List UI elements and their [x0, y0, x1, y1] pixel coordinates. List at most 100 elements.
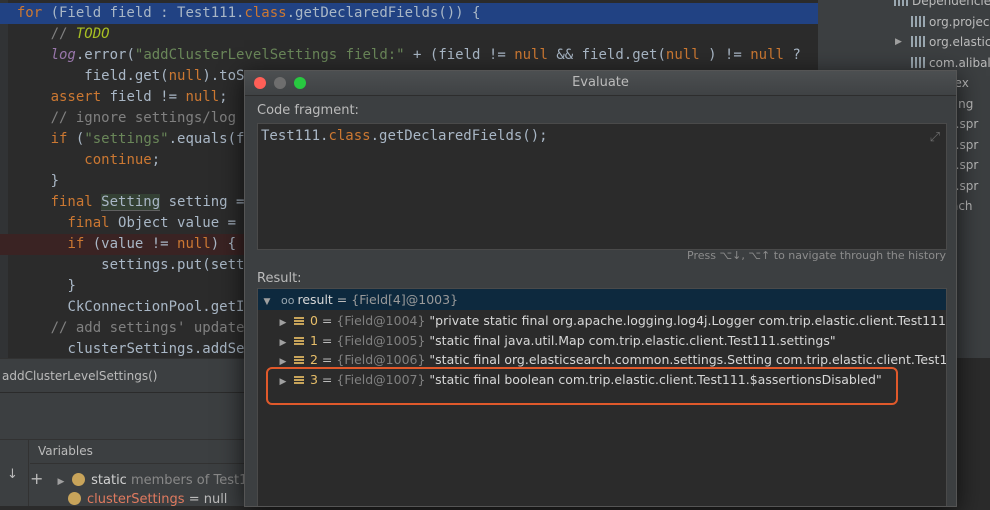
code-token: field.get(: [84, 68, 169, 84]
code-token: ;: [151, 152, 161, 168]
expand-icon[interactable]: ▶: [895, 32, 902, 52]
code-token: if: [67, 236, 93, 252]
equals-sign: =: [317, 313, 337, 328]
result-root-ref: {Field[4]@1003}: [351, 292, 459, 307]
code-token: + (field !=: [404, 47, 515, 63]
code-token: }: [50, 173, 60, 189]
variable-row-static[interactable]: ▶ static members of Test11: [54, 471, 256, 491]
code-token: ) {: [210, 236, 237, 252]
watch-glasses-icon: oo: [280, 294, 295, 307]
result-root-row[interactable]: ▼ oo result = {Field[4]@1003}: [258, 289, 946, 310]
code-line[interactable]: for (Field field : Test111.class.getDecl…: [0, 3, 818, 24]
breadcrumb-method[interactable]: addClusterLevelSettings(): [2, 369, 157, 383]
code-token: (value !=: [92, 236, 178, 252]
equals-sign: =: [317, 352, 337, 367]
code-token: null: [750, 47, 784, 63]
library-icon: [911, 36, 925, 47]
result-item-row[interactable]: ▶ 1 = {Field@1005} "static final java.uti…: [258, 330, 946, 351]
code-token: TODO: [75, 26, 110, 42]
code-token: log: [50, 47, 76, 63]
project-tree-item[interactable]: Dependencies: [894, 0, 990, 11]
equals-sign: =: [317, 332, 337, 348]
variable-row-clustersettings[interactable]: clusterSettings = null: [68, 490, 227, 510]
code-token: clusterSettings.addSet: [67, 341, 253, 357]
result-label: Result:: [257, 271, 302, 286]
highlight-annotation: [266, 367, 898, 405]
code-token: ?: [783, 47, 801, 63]
add-watch-icon[interactable]: +: [30, 471, 43, 487]
code-token: null: [665, 47, 700, 63]
array-element-icon: [294, 317, 304, 326]
tree-item-label: Dependencies: [912, 0, 990, 8]
debug-panel: ↓ Variables + ▶ static members of Test11…: [0, 392, 258, 507]
element-ref: {Field@1005}: [336, 332, 430, 348]
code-fragment-text: Test111.class.getDeclaredFields();: [261, 128, 548, 144]
dialog-title: Evaluate: [572, 75, 629, 90]
element-index: 2: [310, 352, 318, 367]
code-token: "addClusterLevelSettings field:": [134, 47, 405, 63]
code-token: // add settings' update: [50, 320, 245, 336]
result-root-eq: =: [332, 292, 352, 307]
code-token: ;: [219, 89, 228, 105]
element-ref: {Field@1006}: [336, 352, 430, 367]
code-token: CkConnectionPool.getIn: [67, 299, 253, 315]
code-line[interactable]: log.error("addClusterLevelSettings field…: [0, 45, 818, 66]
element-index: 1: [310, 332, 318, 348]
library-icon: [894, 0, 908, 6]
static-members-icon: [72, 473, 86, 486]
code-token: for: [16, 5, 51, 21]
code-token: .getDeclaredFields()) {: [286, 5, 481, 21]
code-token: null: [177, 236, 211, 252]
code-token: null: [168, 68, 203, 84]
library-icon: [911, 56, 925, 68]
code-token: // ignore settings/log f: [50, 110, 253, 126]
library-icon: [911, 15, 925, 27]
code-token: ) !=: [699, 47, 751, 63]
element-value: "static final org.elasticsearch.common.s…: [429, 352, 947, 367]
result-item-row[interactable]: ▶ 0 = {Field@1004} "private static final …: [258, 310, 946, 331]
project-tree-item[interactable]: ▶ org.elastic: [895, 32, 990, 52]
code-token: .equals(fi: [168, 131, 253, 147]
code-token: setting =: [160, 194, 253, 210]
method-breadcrumb[interactable]: addClusterLevelSettings(): [0, 358, 252, 393]
variables-toolbar: ↓: [0, 439, 29, 506]
tree-item-label: org.projec: [929, 14, 990, 29]
project-tree-item[interactable]: org.projec: [911, 12, 989, 32]
array-element-icon: [294, 356, 304, 365]
array-element-icon: [294, 336, 304, 346]
result-root-name: result: [297, 292, 333, 307]
code-line[interactable]: // TODO: [0, 24, 818, 45]
dialog-titlebar[interactable]: Evaluate: [245, 71, 956, 96]
debug-toolbar: [0, 393, 250, 440]
code-token: Test111.: [177, 5, 245, 21]
code-token: .error(: [75, 47, 135, 63]
code-fragment-input[interactable]: Test111.class.getDeclaredFields(); ⤢: [257, 123, 947, 250]
field-icon: [68, 492, 81, 505]
code-token: final: [50, 194, 102, 210]
var-name: static: [91, 473, 127, 488]
code-token: Object value = c: [118, 215, 253, 231]
variables-header: Variables: [30, 439, 258, 464]
code-token: Test111.: [261, 128, 329, 144]
var-value: members of Test11: [130, 473, 256, 488]
step-down-icon[interactable]: ↓: [7, 467, 18, 482]
code-token: if: [50, 131, 76, 147]
expand-editor-icon[interactable]: ⤢: [930, 130, 940, 145]
evaluate-dialog: Evaluate Code fragment: Test111.class.ge…: [244, 70, 957, 507]
code-token: null: [185, 89, 220, 105]
code-token: settings.put(setti: [101, 257, 253, 273]
code-token: null: [514, 47, 548, 63]
code-token: //: [50, 26, 76, 42]
code-token: "settings": [84, 131, 169, 147]
element-value: "private static final org.apache.logging…: [429, 313, 947, 328]
tree-item-label: com.alibal: [929, 55, 990, 70]
element-ref: {Field@1004}: [336, 313, 430, 328]
element-value: "static final java.util.Map com.trip.ela…: [429, 332, 836, 348]
code-token: }: [67, 278, 76, 294]
code-token: assert: [50, 89, 110, 105]
code-token: .getDeclaredFields();: [370, 128, 548, 144]
code-token: field !=: [109, 89, 186, 105]
history-hint: Press ⌥↓, ⌥↑ to navigate through the his…: [687, 249, 946, 262]
expand-icon[interactable]: ▶: [54, 472, 68, 492]
code-token: class: [328, 128, 371, 144]
